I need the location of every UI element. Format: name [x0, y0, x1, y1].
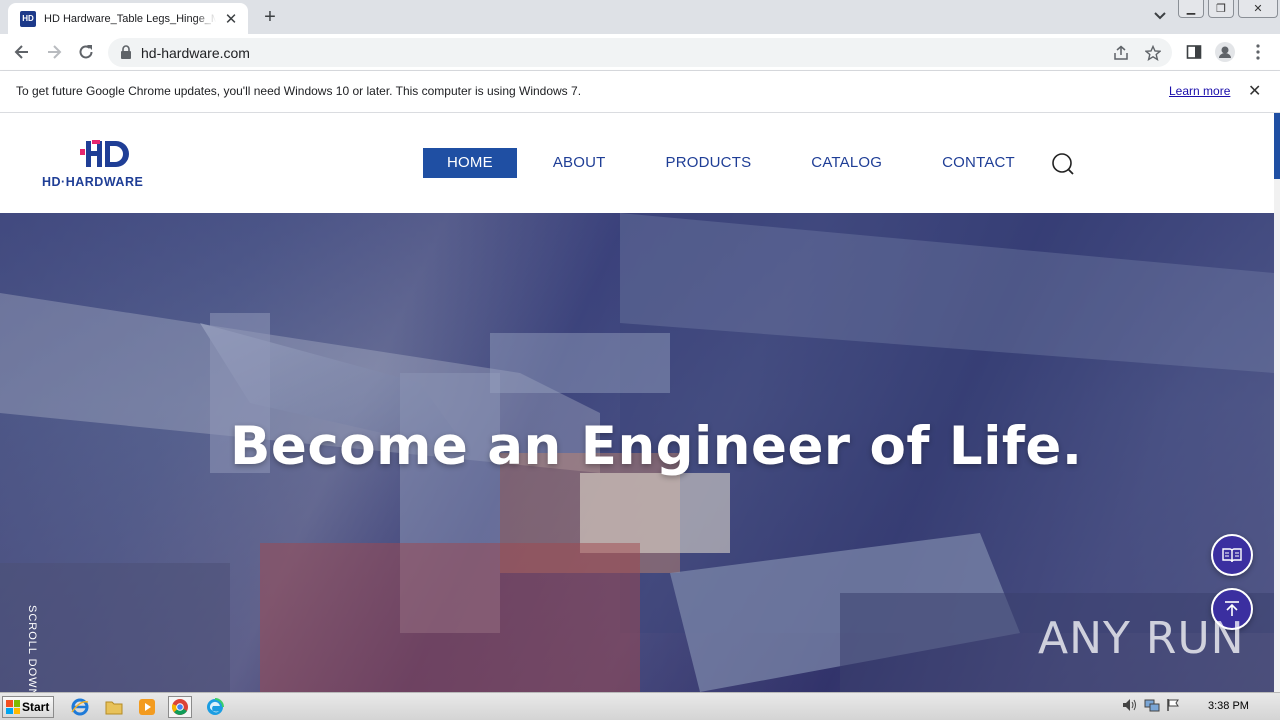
- book-icon: [1222, 548, 1242, 563]
- nav-item-home[interactable]: HOME: [423, 148, 517, 178]
- profile-icon[interactable]: [1215, 42, 1235, 62]
- learn-more-link[interactable]: Learn more: [1169, 84, 1230, 98]
- star-icon[interactable]: [1144, 44, 1162, 62]
- scroll-down-label[interactable]: SCROLL DOWN: [26, 605, 38, 692]
- taskbar-clock[interactable]: 3:38 PM: [1208, 700, 1249, 712]
- volume-icon[interactable]: [1122, 698, 1138, 717]
- hero-headline: Become an Engineer of Life.: [230, 416, 1083, 477]
- kebab-menu-icon[interactable]: [1248, 42, 1268, 62]
- system-tray: [1122, 698, 1180, 717]
- side-panel-icon[interactable]: [1184, 42, 1204, 62]
- site-header: HD·HARDWARE HOME ABOUT PRODUCTS CATALOG …: [0, 113, 1274, 213]
- windows-flag-icon: [6, 700, 20, 714]
- hd-logo-mark-icon: [80, 140, 129, 167]
- scrollbar-thumb[interactable]: [1274, 113, 1280, 179]
- watermark-text: ANY RUN: [1038, 613, 1245, 664]
- internet-explorer-icon[interactable]: [68, 696, 92, 718]
- window-controls: ▁ ❐ ✕: [1176, 0, 1280, 18]
- minimize-button[interactable]: ▁: [1178, 0, 1204, 18]
- main-nav: HOME ABOUT PRODUCTS CATALOG CONTACT: [423, 148, 1051, 178]
- site-favicon-icon: HD: [20, 10, 36, 27]
- tab-title: HD Hardware_Table Legs_Hinge_Metal: [44, 12, 216, 25]
- browser-toolbar: hd-hardware.com: [0, 34, 1280, 71]
- share-icon[interactable]: [1112, 44, 1130, 62]
- file-explorer-icon[interactable]: [102, 696, 126, 718]
- search-icon[interactable]: [1051, 152, 1075, 176]
- tab-search-chevron-icon[interactable]: [1150, 8, 1170, 24]
- network-icon[interactable]: [1144, 698, 1160, 717]
- media-player-icon[interactable]: [135, 696, 159, 718]
- arrow-right-icon[interactable]: [44, 42, 64, 62]
- nav-item-catalog[interactable]: CATALOG: [787, 148, 906, 178]
- edge-icon[interactable]: [203, 696, 227, 718]
- update-infobar: To get future Google Chrome updates, you…: [0, 71, 1280, 113]
- new-tab-button[interactable]: +: [258, 6, 282, 29]
- catalog-book-button[interactable]: [1211, 534, 1253, 576]
- start-button[interactable]: Start: [2, 696, 54, 718]
- tab-strip: HD HD Hardware_Table Legs_Hinge_Metal ✕ …: [0, 0, 1280, 34]
- windows-taskbar: Start 3:38 PM: [0, 692, 1280, 720]
- nav-item-contact[interactable]: CONTACT: [918, 148, 1039, 178]
- chrome-taskbar-icon[interactable]: [168, 696, 192, 718]
- infobar-close-icon[interactable]: ✕: [1248, 81, 1261, 101]
- arrow-left-icon[interactable]: [12, 42, 32, 62]
- page-scrollbar[interactable]: [1274, 113, 1280, 692]
- tab-close-icon[interactable]: ✕: [222, 10, 240, 28]
- hero-banner: Become an Engineer of Life. SCROLL DOWN …: [0, 213, 1274, 692]
- address-bar[interactable]: hd-hardware.com: [108, 38, 1172, 67]
- lock-icon[interactable]: [120, 45, 132, 64]
- nav-item-about[interactable]: ABOUT: [529, 148, 630, 178]
- anyrun-watermark: ANY RUN: [1038, 613, 1245, 664]
- reload-icon[interactable]: [76, 42, 96, 62]
- start-label: Start: [22, 700, 50, 714]
- window-close-button[interactable]: ✕: [1238, 0, 1278, 18]
- restore-button[interactable]: ❐: [1208, 0, 1234, 18]
- logo-wordmark: HD·HARDWARE: [42, 175, 144, 189]
- url-text: hd-hardware.com: [141, 45, 250, 61]
- nav-item-products[interactable]: PRODUCTS: [642, 148, 776, 178]
- browser-tab[interactable]: HD HD Hardware_Table Legs_Hinge_Metal ✕: [8, 3, 248, 34]
- action-center-flag-icon[interactable]: [1166, 698, 1180, 717]
- site-logo[interactable]: HD·HARDWARE: [42, 139, 166, 189]
- infobar-message: To get future Google Chrome updates, you…: [16, 84, 582, 98]
